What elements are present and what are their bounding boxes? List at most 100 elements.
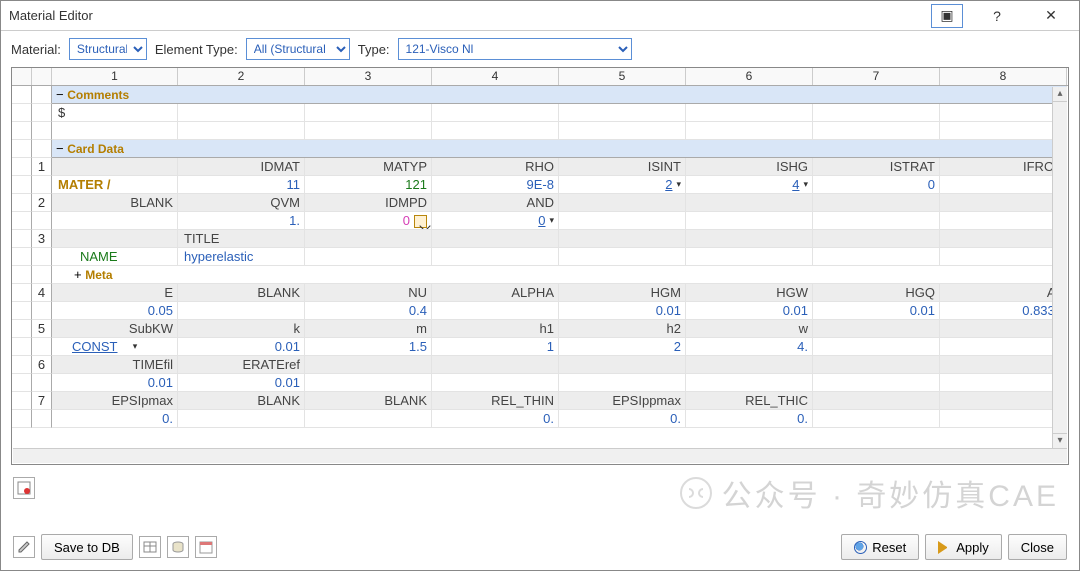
comment-value[interactable]: $ [52,104,178,122]
hdr-and: AND [432,194,559,212]
hdr-timefil: TIMEfil [52,356,178,374]
cell-erateref[interactable]: 0.01 [178,374,305,392]
apply-button[interactable]: Apply [925,534,1002,560]
col-1[interactable]: 1 [52,68,178,85]
cell-subkw[interactable]: CONST ▾ [52,338,178,356]
cell-relthic[interactable]: 0. [686,410,813,428]
cell-ifroz[interactable]: 0 [940,176,1067,194]
close-icon[interactable]: ✕ [1031,4,1071,28]
cell-mater[interactable]: MATER / [52,176,178,194]
hdr-epsipmax: EPSIpmax [52,392,178,410]
cell-idmat[interactable]: 11 [178,176,305,194]
cell-timefil[interactable]: 0.01 [52,374,178,392]
cell-hgw[interactable]: 0.01 [686,302,813,320]
editor-grid: 1 2 3 4 5 6 7 8 − Comments $ − Card Data… [11,67,1069,465]
hdr-epsippmax: EPSIppmax [559,392,686,410]
hdr-relthin: REL_THIN [432,392,559,410]
grid-body: − Comments $ − Card Data 1 IDMAT MATYP R… [12,86,1068,428]
edit-icon[interactable] [13,536,35,558]
comments-toggle-icon[interactable]: − [56,87,64,102]
cell-name[interactable]: NAME [52,248,178,266]
cell-isint[interactable]: 2▾ [559,176,686,194]
cell-w[interactable]: 4. [686,338,813,356]
cell-ishg[interactable]: 4▾ [686,176,813,194]
cell-hgq[interactable]: 0.01 [813,302,940,320]
col-3[interactable]: 3 [305,68,432,85]
hdr-as: As [940,284,1067,302]
cell-nu[interactable]: 0.4 [305,302,432,320]
cell-epsipmax[interactable]: 0. [52,410,178,428]
save-button[interactable]: Save to DB [41,534,133,560]
hdr-m: m [305,320,432,338]
window-title: Material Editor [9,8,931,23]
hdr-hgm: HGM [559,284,686,302]
cell-relthin[interactable]: 0. [432,410,559,428]
cell-mv[interactable]: 1.5 [305,338,432,356]
hdr-blank: BLANK [52,194,178,212]
titlebar: Material Editor ▣ ? ✕ [1,1,1079,31]
cell-titleval[interactable]: hyperelastic [178,248,305,266]
hdr-idmat: IDMAT [178,158,305,176]
button-bar: Save to DB Reset Apply Close [1,534,1079,560]
cell-rho[interactable]: 9E-8 [432,176,559,194]
hdr-rho: RHO [432,158,559,176]
validate-icon[interactable] [13,477,35,499]
cell-k[interactable]: 0.01 [178,338,305,356]
comments-section[interactable]: Comments [67,88,129,102]
hdr-ifroz: IFROZ [940,158,1067,176]
watermark: 公众号 · 奇妙仿真CAE [678,471,1059,515]
cell-epsippmax[interactable]: 0. [559,410,686,428]
reset-button[interactable]: Reset [841,534,919,560]
hdr-hgq: HGQ [813,284,940,302]
col-7[interactable]: 7 [813,68,940,85]
hdr-nu: NU [305,284,432,302]
cell-as[interactable]: 0.8333 [940,302,1067,320]
cell-h2[interactable]: 2 [559,338,686,356]
hdr-k: k [178,320,305,338]
meta-toggle-icon[interactable]: + [74,267,82,282]
cell-qvm[interactable]: 1. [178,212,305,230]
db-icon[interactable] [167,536,189,558]
material-select[interactable]: Structural [69,38,147,60]
cell-idmpd[interactable]: 0 [305,212,432,230]
hdr-title: TITLE [178,230,305,248]
lookup-icon[interactable] [414,215,427,228]
help-icon[interactable]: ? [977,4,1017,28]
col-8[interactable]: 8 [940,68,1067,85]
type-select[interactable]: 121-Visco Nl [398,38,632,60]
hdr-istrat: ISTRAT [813,158,940,176]
chevron-down-icon: ▾ [676,176,681,193]
filter-bar: Material: Structural Element Type: All (… [1,31,1079,67]
close-button[interactable]: Close [1008,534,1067,560]
cell-istrat[interactable]: 0 [813,176,940,194]
cell-h1[interactable]: 1 [432,338,559,356]
restore-icon[interactable]: ▣ [931,4,963,28]
col-6[interactable]: 6 [686,68,813,85]
hdr-matyp: MATYP [305,158,432,176]
col-4[interactable]: 4 [432,68,559,85]
hdr-idmpd: IDMPD [305,194,432,212]
hdr-erateref: ERATEref [178,356,305,374]
col-5[interactable]: 5 [559,68,686,85]
cell-matyp[interactable]: 121 [305,176,432,194]
col-2[interactable]: 2 [178,68,305,85]
carddata-section[interactable]: Card Data [67,142,124,156]
horizontal-scrollbar[interactable] [13,448,1067,463]
calendar-icon[interactable] [195,536,217,558]
apply-icon [938,541,951,554]
chevron-down-icon: ▾ [133,338,138,355]
hdr-h1: h1 [432,320,559,338]
column-headers: 1 2 3 4 5 6 7 8 [12,68,1068,86]
hdr-qvm: QVM [178,194,305,212]
carddata-toggle-icon[interactable]: − [56,141,64,156]
vertical-scrollbar[interactable]: ▴▾ [1052,87,1067,448]
elemtype-select[interactable]: All (Structural [246,38,350,60]
hdr-h2: h2 [559,320,686,338]
table-icon[interactable] [139,536,161,558]
meta-section[interactable]: Meta [85,268,112,282]
cell-e[interactable]: 0.05 [52,302,178,320]
cell-and[interactable]: 0▾ [432,212,559,230]
cell-hgm[interactable]: 0.01 [559,302,686,320]
hdr-hgw: HGW [686,284,813,302]
type-label: Type: [358,42,390,57]
